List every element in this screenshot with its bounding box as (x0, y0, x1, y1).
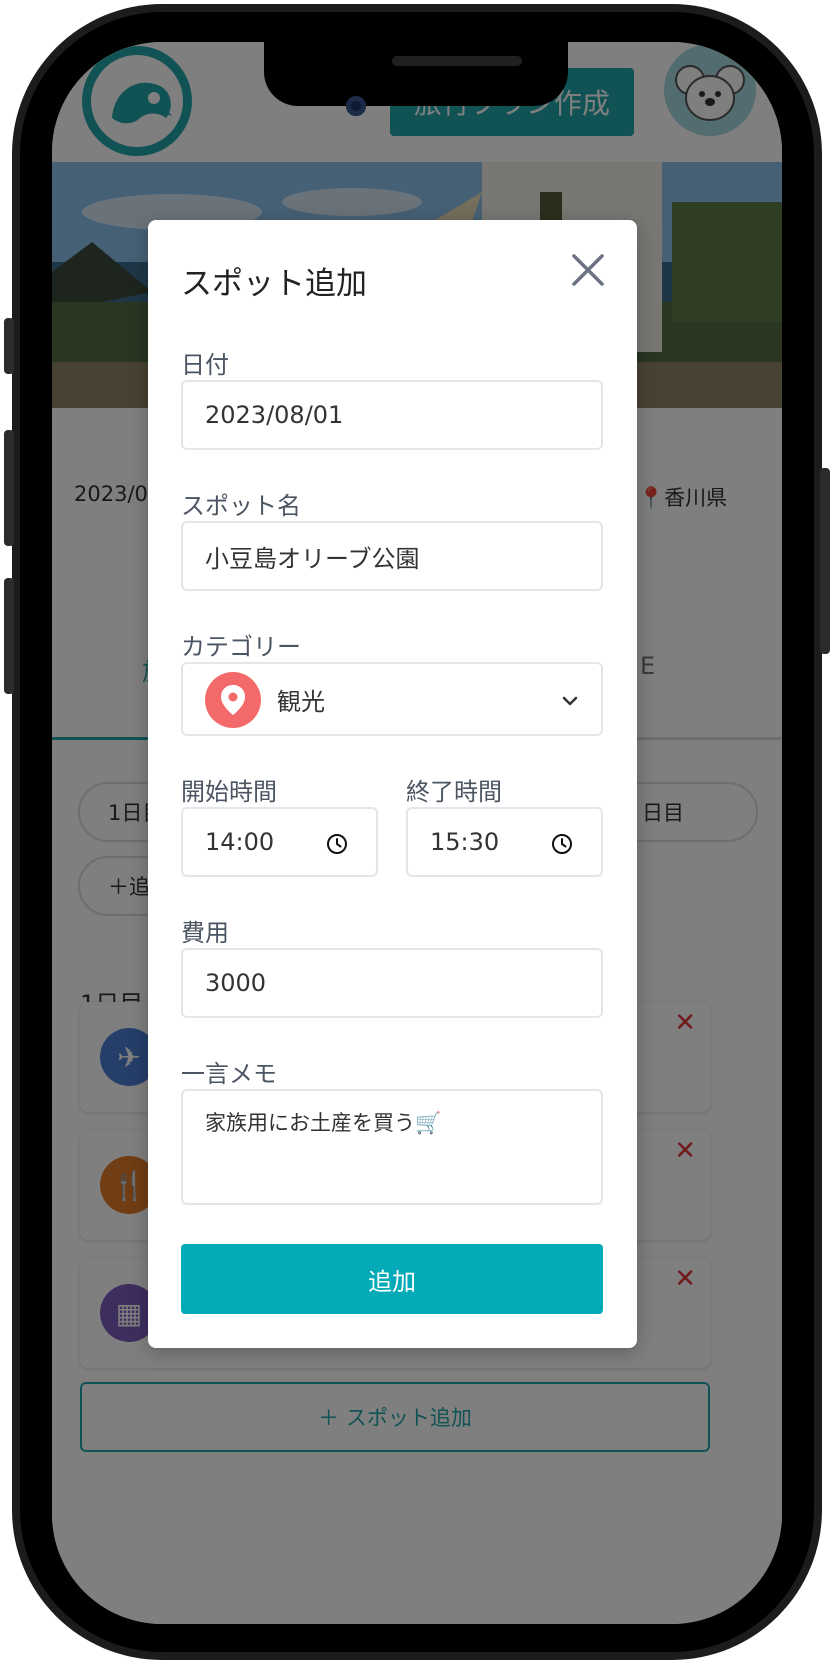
category-select[interactable]: 観光 (181, 662, 603, 736)
clock-icon[interactable] (326, 833, 348, 861)
close-icon[interactable] (568, 250, 608, 290)
clock-icon[interactable] (551, 833, 573, 861)
notch (264, 42, 568, 106)
date-field[interactable]: 2023/08/01 (181, 380, 603, 450)
category-value: 観光 (277, 687, 325, 716)
memo-label: 一言メモ (181, 1060, 277, 1088)
date-label: 日付 (181, 351, 229, 379)
cost-field[interactable]: 3000 (181, 948, 603, 1018)
cost-label: 費用 (181, 919, 229, 947)
category-label: カテゴリー (181, 633, 301, 661)
memo-textarea[interactable]: 家族用にお土産を買う🛒 (181, 1089, 603, 1205)
power-button (820, 468, 830, 654)
add-spot-modal: スポット追加 日付 2023/08/01 スポット名 小豆島オリーブ公園 カテゴ… (148, 220, 637, 1348)
spot-name-label: スポット名 (181, 492, 301, 520)
mute-switch (4, 318, 14, 374)
chevron-down-icon (561, 688, 579, 716)
add-button[interactable]: 追加 (181, 1244, 603, 1314)
start-time-label: 開始時間 (181, 778, 277, 806)
spot-name-field[interactable]: 小豆島オリーブ公園 (181, 521, 603, 591)
location-pin-icon (205, 672, 261, 728)
front-camera (346, 96, 366, 116)
end-time-field[interactable]: 15:30 (406, 807, 603, 877)
volume-down-button (4, 578, 14, 694)
speaker (392, 56, 522, 66)
modal-title: スポット追加 (181, 266, 367, 302)
volume-up-button (4, 430, 14, 546)
start-time-value: 14:00 (205, 828, 275, 856)
end-time-label: 終了時間 (406, 778, 502, 806)
start-time-field[interactable]: 14:00 (181, 807, 378, 877)
end-time-value: 15:30 (430, 828, 500, 856)
